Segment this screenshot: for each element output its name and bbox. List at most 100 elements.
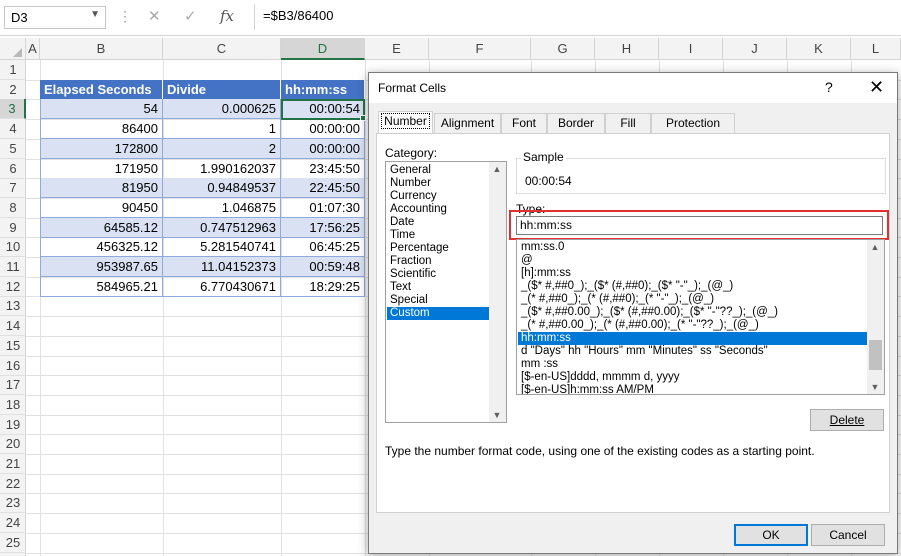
- row-header-1[interactable]: 1: [0, 60, 26, 80]
- row-header-12[interactable]: 12: [0, 277, 26, 297]
- table-cell[interactable]: 00:00:00: [281, 119, 365, 140]
- category-item[interactable]: Scientific: [387, 268, 489, 281]
- table-cell[interactable]: 1: [163, 119, 281, 140]
- category-item[interactable]: Date: [387, 216, 489, 229]
- format-code-item[interactable]: [$-en-US]dddd, mmmm d, yyyy: [518, 371, 867, 384]
- formula-input[interactable]: =$B3/86400: [254, 4, 901, 30]
- table-cell[interactable]: 22:45:50: [281, 178, 365, 199]
- table-cell[interactable]: 64585.12: [40, 217, 163, 238]
- category-item[interactable]: Number: [387, 177, 489, 190]
- tab-font[interactable]: Font: [501, 113, 547, 133]
- table-cell[interactable]: 0.000625: [163, 99, 281, 120]
- table-cell[interactable]: 172800: [40, 138, 163, 159]
- column-header-g[interactable]: G: [531, 38, 595, 60]
- scroll-down-icon[interactable]: ▼: [489, 410, 505, 420]
- category-item[interactable]: Accounting: [387, 203, 489, 216]
- column-header-f[interactable]: F: [429, 38, 531, 60]
- tab-protection[interactable]: Protection: [651, 113, 735, 133]
- row-header-4[interactable]: 4: [0, 119, 26, 140]
- row-header-11[interactable]: 11: [0, 257, 26, 277]
- format-scrollbar[interactable]: ▲ ▼: [867, 240, 884, 394]
- column-header-d[interactable]: D: [281, 38, 365, 60]
- table-cell[interactable]: 00:00:00: [281, 138, 365, 159]
- row-header-17[interactable]: 17: [0, 375, 26, 396]
- row-header-22[interactable]: 22: [0, 474, 26, 494]
- scroll-down-icon[interactable]: ▼: [867, 382, 883, 392]
- row-header-16[interactable]: 16: [0, 356, 26, 376]
- column-header-a[interactable]: A: [26, 38, 40, 60]
- row-header-24[interactable]: 24: [0, 513, 26, 534]
- category-item[interactable]: Fraction: [387, 255, 489, 268]
- table-cell[interactable]: 90450: [40, 197, 163, 218]
- table-cell[interactable]: 2: [163, 138, 281, 159]
- row-header-3[interactable]: 3: [0, 99, 26, 120]
- tab-alignment[interactable]: Alignment: [434, 113, 501, 133]
- select-all-button[interactable]: [0, 38, 26, 60]
- category-scrollbar[interactable]: ▲ ▼: [489, 162, 506, 422]
- table-cell[interactable]: 953987.65: [40, 257, 163, 277]
- row-header-13[interactable]: 13: [0, 296, 26, 317]
- table-cell[interactable]: 11.04152373: [163, 257, 281, 277]
- row-header-21[interactable]: 21: [0, 454, 26, 474]
- format-code-item[interactable]: mm :ss: [518, 358, 867, 371]
- category-item[interactable]: Percentage: [387, 242, 489, 255]
- tab-number[interactable]: Number: [378, 111, 433, 133]
- format-code-item[interactable]: d "Days" hh "Hours" mm "Minutes" ss "Sec…: [518, 345, 867, 358]
- table-cell[interactable]: 81950: [40, 178, 163, 199]
- row-header-5[interactable]: 5: [0, 139, 26, 159]
- table-cell[interactable]: 01:07:30: [281, 197, 365, 218]
- format-code-list[interactable]: ▲ ▼ mm:ss.0 @ [h]:mm:ss _($* #,##0_);_($* (…: [516, 239, 885, 395]
- format-code-item[interactable]: mm:ss.0: [518, 241, 867, 254]
- table-cell[interactable]: 0.94849537: [163, 178, 281, 199]
- column-header-h[interactable]: H: [595, 38, 659, 60]
- row-header-8[interactable]: 8: [0, 198, 26, 218]
- table-cell[interactable]: 18:29:25: [281, 276, 365, 297]
- format-code-item[interactable]: _(* #,##0.00_);_(* (#,##0.00);_(* "-"??_…: [518, 319, 867, 332]
- name-box[interactable]: D3 ▼: [4, 6, 106, 29]
- category-item[interactable]: Custom: [387, 307, 489, 320]
- insert-function-icon[interactable]: fx: [220, 7, 234, 25]
- table-cell[interactable]: 06:45:25: [281, 237, 365, 258]
- column-header-c[interactable]: C: [163, 38, 281, 60]
- dialog-title-bar[interactable]: Format Cells ? ✕: [369, 73, 897, 103]
- row-header-14[interactable]: 14: [0, 316, 26, 337]
- row-header-9[interactable]: 9: [0, 218, 26, 238]
- ok-button[interactable]: OK: [734, 524, 808, 546]
- format-code-item[interactable]: hh:mm:ss: [518, 332, 867, 345]
- column-header-b[interactable]: B: [40, 38, 163, 60]
- table-cell[interactable]: 584965.21: [40, 276, 163, 297]
- category-list[interactable]: ▲ ▼ General Number Currency Accounting Date T…: [385, 161, 507, 423]
- column-header-j[interactable]: J: [723, 38, 787, 60]
- table-cell[interactable]: 5.281540741: [163, 237, 281, 258]
- row-header-23[interactable]: 23: [0, 493, 26, 514]
- table-cell[interactable]: 6.770430671: [163, 276, 281, 297]
- row-header-19[interactable]: 19: [0, 415, 26, 435]
- row-header-7[interactable]: 7: [0, 178, 26, 199]
- table-cell[interactable]: 00:59:48: [281, 257, 365, 277]
- format-code-item[interactable]: _($* #,##0.00_);_($* (#,##0.00);_($* "-"…: [518, 306, 867, 319]
- table-cell[interactable]: 1.046875: [163, 197, 281, 218]
- help-button[interactable]: ?: [825, 79, 833, 95]
- row-header-25[interactable]: 25: [0, 533, 26, 553]
- table-cell[interactable]: 171950: [40, 158, 163, 179]
- format-code-item[interactable]: [h]:mm:ss: [518, 267, 867, 280]
- format-code-item[interactable]: @: [518, 254, 867, 267]
- column-header-k[interactable]: K: [787, 38, 851, 60]
- table-cell[interactable]: 54: [40, 99, 163, 120]
- format-code-item[interactable]: [$-en-US]h:mm:ss AM/PM: [518, 384, 867, 394]
- format-code-item[interactable]: _($* #,##0_);_($* (#,##0);_($* "-"_);_(@…: [518, 280, 867, 293]
- table-cell[interactable]: 86400: [40, 119, 163, 140]
- table-cell[interactable]: 0.747512963: [163, 217, 281, 238]
- fill-handle[interactable]: [360, 115, 366, 121]
- scroll-up-icon[interactable]: ▲: [867, 242, 883, 252]
- row-header-15[interactable]: 15: [0, 336, 26, 356]
- scroll-up-icon[interactable]: ▲: [489, 164, 505, 174]
- category-item[interactable]: Text: [387, 281, 489, 294]
- row-header-2[interactable]: 2: [0, 80, 26, 100]
- cancel-formula-icon[interactable]: ✕: [148, 7, 161, 25]
- table-cell[interactable]: 456325.12: [40, 237, 163, 258]
- drag-handle-icon[interactable]: ⋮: [118, 8, 132, 25]
- column-header-e[interactable]: E: [365, 38, 429, 60]
- delete-button[interactable]: Delete: [810, 409, 884, 431]
- cancel-button[interactable]: Cancel: [811, 524, 885, 546]
